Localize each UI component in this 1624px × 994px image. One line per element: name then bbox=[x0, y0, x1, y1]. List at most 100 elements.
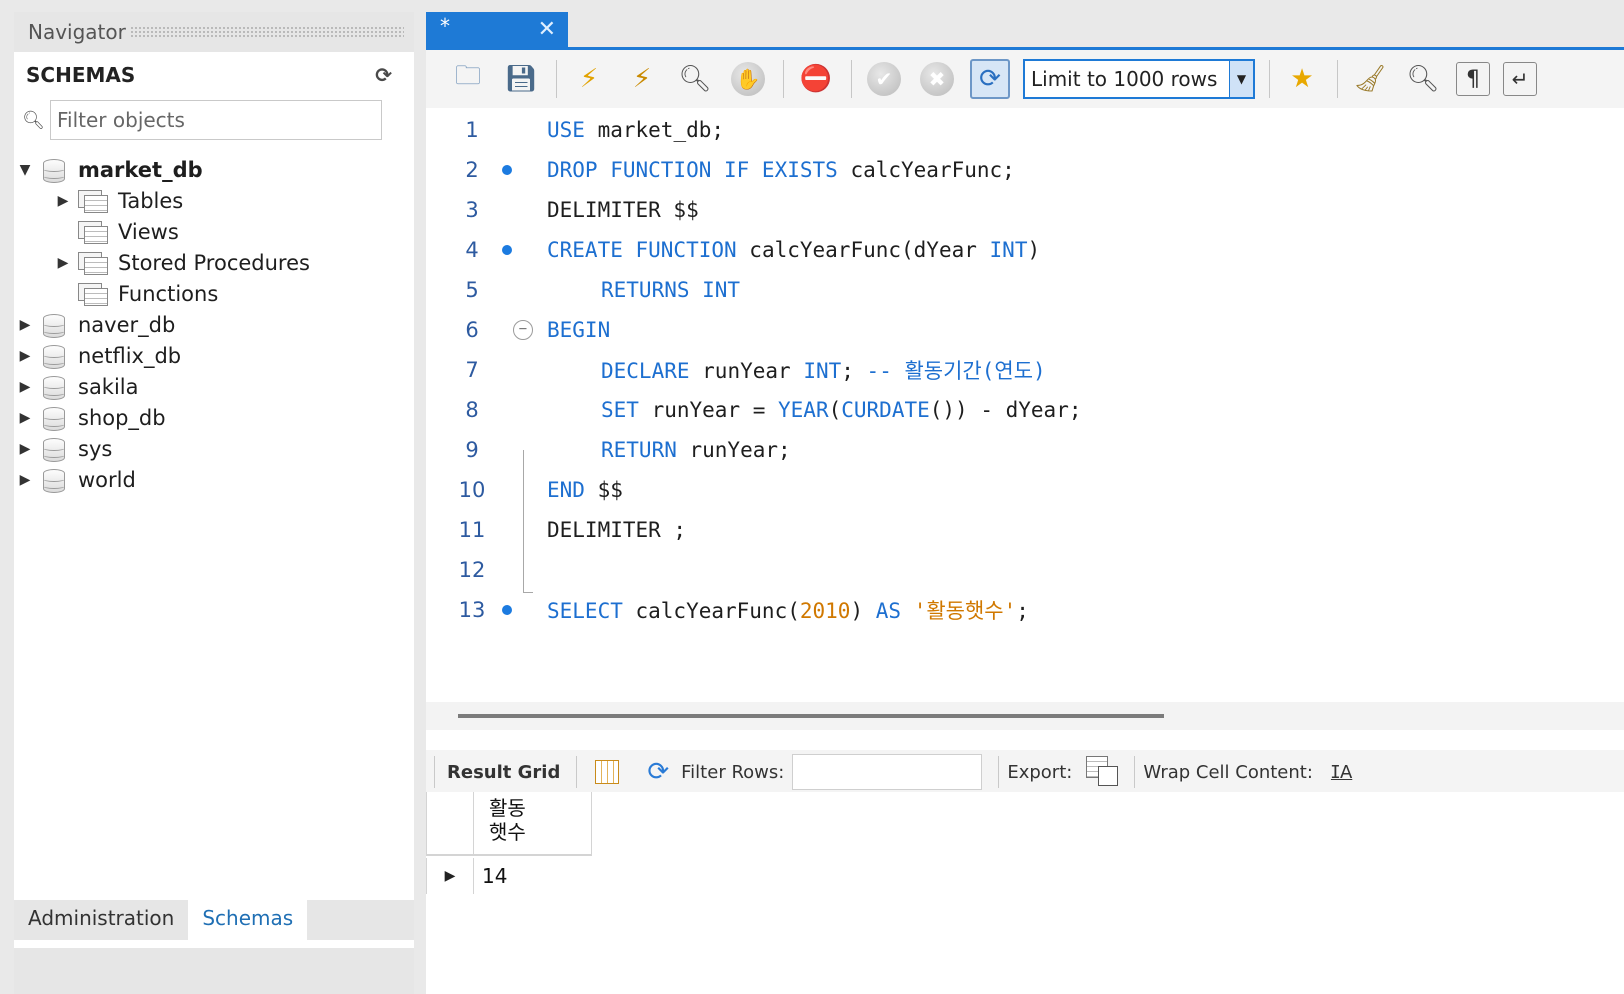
invisible-chars-icon[interactable]: ¶ bbox=[1456, 62, 1490, 96]
navigator-tabs: Administration Schemas bbox=[14, 900, 414, 940]
row-header-corner[interactable] bbox=[426, 792, 474, 856]
tree-item-label: naver_db bbox=[78, 312, 176, 337]
tree-item-world[interactable]: ▶ world bbox=[14, 464, 414, 495]
export-icon[interactable] bbox=[1086, 756, 1120, 788]
expand-arrow-icon[interactable]: ▶ bbox=[14, 410, 36, 426]
horizontal-scrollbar[interactable] bbox=[426, 702, 1624, 730]
expand-arrow-icon[interactable]: ▶ bbox=[52, 193, 74, 209]
tree-item-label: netflix_db bbox=[78, 343, 182, 368]
code-line: 6 − BEGIN bbox=[426, 310, 1624, 350]
database-icon bbox=[42, 436, 66, 462]
tree-item-functions[interactable]: Functions bbox=[14, 278, 414, 309]
line-number: 1 bbox=[465, 118, 479, 142]
tree-item-shop-db[interactable]: ▶ shop_db bbox=[14, 402, 414, 433]
grid-header: 활동 햇수 bbox=[426, 792, 592, 856]
stop-icon[interactable]: ✋ bbox=[728, 59, 768, 99]
add-snippet-icon[interactable]: ★ bbox=[1282, 59, 1322, 99]
tree-item-label: Functions bbox=[118, 281, 219, 306]
code-editor[interactable]: 1 USE market_db; 2 DROP FUNCTION IF EXIS… bbox=[426, 110, 1624, 710]
code-line: 12 bbox=[426, 550, 1624, 590]
expand-arrow-icon[interactable]: ▶ bbox=[14, 317, 36, 333]
code-line: 11 DELIMITER ; bbox=[426, 510, 1624, 550]
fold-toggle-icon[interactable]: − bbox=[513, 320, 533, 340]
explain-icon[interactable]: 🔍︎ bbox=[675, 59, 715, 99]
result-toolbar: Result Grid ⟳ Filter Rows: Export: Wrap … bbox=[426, 750, 1624, 794]
wrap-cell-icon[interactable]: ⵊA bbox=[1331, 762, 1352, 783]
chevron-down-icon[interactable]: ▼ bbox=[1229, 61, 1253, 97]
word-wrap-icon[interactable]: ↵ bbox=[1503, 62, 1537, 96]
limit-rows-select[interactable]: Limit to 1000 rows ▼ bbox=[1023, 59, 1255, 99]
expand-arrow-icon[interactable]: ▶ bbox=[14, 441, 36, 457]
collapse-arrow-icon[interactable]: ▼ bbox=[14, 162, 36, 178]
tree-item-stored-procedures[interactable]: ▶ Stored Procedures bbox=[14, 247, 414, 278]
execute-icon[interactable]: ⚡ bbox=[569, 59, 609, 99]
database-icon bbox=[42, 343, 66, 369]
filter-rows-label: Filter Rows: bbox=[681, 761, 785, 783]
grid-view-icon[interactable] bbox=[595, 760, 620, 784]
tree-item-label: market_db bbox=[78, 157, 203, 182]
table-cell[interactable]: 14 bbox=[474, 864, 507, 888]
result-grid-tab[interactable]: Result Grid bbox=[447, 762, 560, 783]
autocommit-icon[interactable]: ⟳ bbox=[970, 59, 1010, 99]
tree-item-naver-db[interactable]: ▶ naver_db bbox=[14, 309, 414, 340]
expand-arrow-icon[interactable]: ▶ bbox=[14, 348, 36, 364]
information-panel bbox=[14, 948, 414, 994]
refresh-icon[interactable]: ⟳ bbox=[647, 757, 669, 787]
rollback-icon[interactable]: ✖ bbox=[917, 59, 957, 99]
tables-folder-icon bbox=[78, 189, 108, 213]
line-number: 12 bbox=[458, 558, 486, 582]
tab-schemas[interactable]: Schemas bbox=[188, 900, 308, 940]
scrollbar-thumb[interactable] bbox=[458, 714, 1164, 718]
tree-item-netflix-db[interactable]: ▶ netflix_db bbox=[14, 340, 414, 371]
code-text: USE market_db; bbox=[547, 118, 725, 142]
expand-arrow-icon[interactable]: ▶ bbox=[14, 472, 36, 488]
tree-item-market-db[interactable]: ▼ market_db bbox=[14, 154, 414, 185]
query-tab-bar: * ✕ bbox=[426, 12, 1624, 50]
panel-grip[interactable] bbox=[129, 26, 404, 38]
find-icon[interactable]: 🔍︎ bbox=[1403, 59, 1443, 99]
toolbar-separator bbox=[1269, 60, 1270, 98]
expand-arrow-icon[interactable]: ▶ bbox=[14, 379, 36, 395]
close-icon[interactable]: ✕ bbox=[538, 17, 556, 42]
schemas-label: SCHEMAS bbox=[26, 63, 136, 87]
toolbar-separator bbox=[783, 60, 784, 98]
line-number: 5 bbox=[465, 278, 479, 302]
tree-item-tables[interactable]: ▶ Tables bbox=[14, 185, 414, 216]
database-icon bbox=[42, 157, 66, 183]
column-header[interactable]: 활동 햇수 bbox=[474, 792, 592, 856]
code-line: 9 RETURN runYear; bbox=[426, 430, 1624, 470]
tree-item-sys[interactable]: ▶ sys bbox=[14, 433, 414, 464]
schemas-header: SCHEMAS ⟳ bbox=[14, 52, 414, 98]
line-number: 7 bbox=[465, 358, 479, 382]
database-icon bbox=[42, 405, 66, 431]
refresh-schemas-icon[interactable]: ⟳ bbox=[375, 63, 392, 87]
result-grid: 활동 햇수 ▶ 14 bbox=[426, 792, 1624, 994]
schema-tree: ▼ market_db ▶ Tables Views ▶ Stored Proc… bbox=[14, 142, 414, 495]
line-number: 2 bbox=[465, 158, 479, 182]
code-text: SELECT calcYearFunc(2010) AS '활동햇수'; bbox=[547, 599, 1029, 623]
execute-current-icon[interactable]: ⚡ bbox=[622, 59, 662, 99]
tab-administration[interactable]: Administration bbox=[14, 900, 188, 940]
filter-rows-input[interactable] bbox=[792, 754, 983, 790]
open-file-icon[interactable]: 🗀 bbox=[448, 59, 488, 99]
line-number: 9 bbox=[465, 438, 479, 462]
table-row[interactable]: ▶ 14 bbox=[426, 858, 507, 894]
code-text: BEGIN bbox=[547, 318, 611, 342]
save-icon[interactable]: 💾︎ bbox=[501, 59, 541, 99]
filter-row: 🔍︎ bbox=[14, 98, 414, 142]
code-line: 7 DECLARE runYear INT; -- 활동기간(연도) bbox=[426, 350, 1624, 390]
query-tab[interactable]: * ✕ bbox=[426, 12, 568, 50]
filter-objects-input[interactable] bbox=[50, 100, 382, 140]
tree-item-label: Tables bbox=[118, 188, 184, 213]
code-text: CREATE FUNCTION calcYearFunc(dYear INT) bbox=[547, 238, 1041, 262]
code-text: DECLARE runYear INT; -- 활동기간(연도) bbox=[601, 359, 1046, 383]
code-line: 3 DELIMITER $$ bbox=[426, 190, 1624, 230]
expand-arrow-icon[interactable]: ▶ bbox=[52, 255, 74, 271]
commit-icon[interactable]: ✔ bbox=[864, 59, 904, 99]
navigator-header: Navigator bbox=[14, 12, 414, 52]
tree-item-sakila[interactable]: ▶ sakila bbox=[14, 371, 414, 402]
stop-on-error-icon[interactable]: ⛔ bbox=[796, 59, 836, 99]
beautify-icon[interactable]: 🧹︎ bbox=[1350, 59, 1390, 99]
code-line: 2 DROP FUNCTION IF EXISTS calcYearFunc; bbox=[426, 150, 1624, 190]
tree-item-views[interactable]: Views bbox=[14, 216, 414, 247]
